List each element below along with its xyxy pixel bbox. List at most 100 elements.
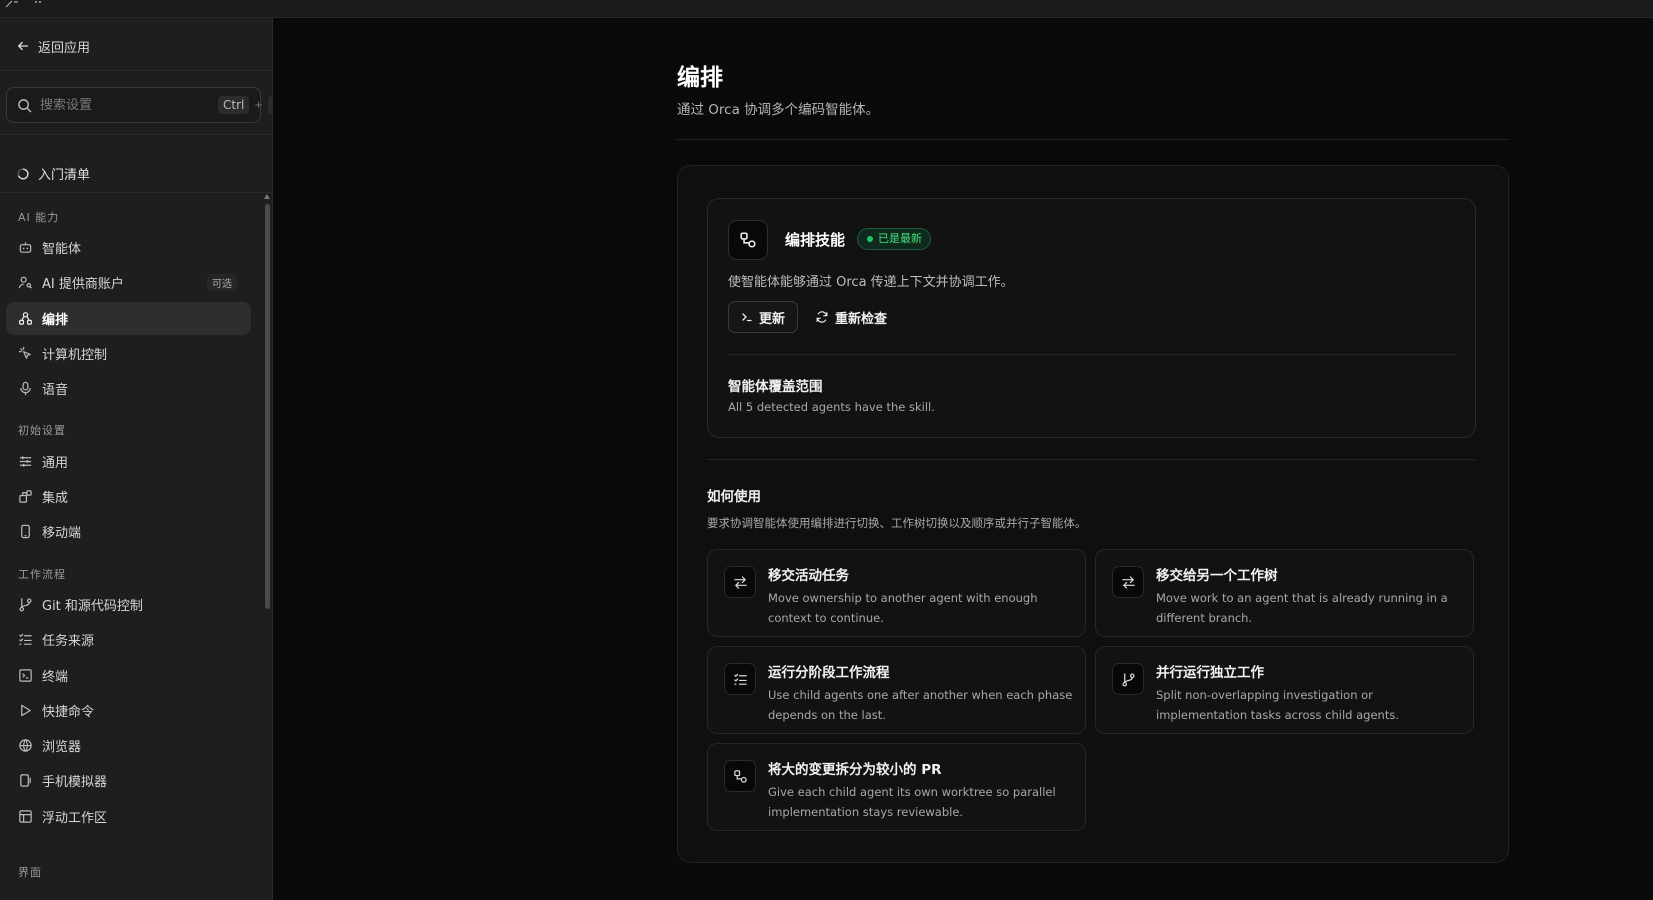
orchestration-panel: 编排技能 已是最新 使智能体能够通过 Orca 传递上下文并协调工作。 更新 重… — [677, 165, 1509, 863]
sidebar-item-terminal[interactable]: 终端 — [6, 659, 251, 692]
sidebar-item-shortcuts[interactable]: 快捷命令 — [6, 694, 251, 727]
app-logo-icon — [5, 0, 41, 8]
sidebar-item-label: 编排 — [42, 313, 69, 328]
user-key-icon — [18, 276, 33, 289]
back-label: 返回应用 — [38, 40, 91, 56]
shortcut-key-f: F — [267, 96, 272, 114]
sidebar-item-floating-workspace[interactable]: 浮动工作区 — [6, 800, 251, 833]
recheck-label: 重新检查 — [835, 311, 888, 327]
sidebar-item-integrations[interactable]: 集成 — [6, 480, 251, 513]
sidebar-item-task-sources[interactable]: 任务来源 — [6, 623, 251, 656]
sidebar-item-general[interactable]: 通用 — [6, 445, 251, 478]
update-button[interactable]: 更新 — [728, 301, 798, 333]
sidebar-item-computer-control[interactable]: 计算机控制 — [6, 337, 251, 370]
checklist-label: 入门清单 — [38, 168, 91, 183]
page-subtitle: 通过 Orca 协调多个编码智能体。 — [677, 102, 880, 118]
sidebar-item-label: 智能体 — [42, 242, 82, 257]
sidebar-item-label: 快捷命令 — [42, 705, 95, 720]
skill-icon-box — [728, 220, 768, 260]
usage-card-description: Move ownership to another agent with eno… — [768, 591, 1038, 625]
usage-card-description: Split non-overlapping investigation or i… — [1156, 688, 1399, 722]
usage-card-parallel-work[interactable]: 并行运行独立工作 Split non-overlapping investiga… — [1095, 646, 1474, 734]
usage-card-title: 将大的变更拆分为较小的 PR — [768, 762, 942, 778]
sidebar-scrollbar-thumb[interactable] — [265, 204, 270, 609]
terminal-prompt-icon — [742, 313, 752, 322]
sidebar-item-label: 浏览器 — [42, 740, 82, 755]
globe-icon — [19, 739, 32, 752]
main-content: 编排 通过 Orca 协调多个编码智能体。 编排技能 已是最新 使智能体能够通过… — [274, 18, 1653, 900]
swap-icon — [733, 575, 747, 589]
usage-card-title: 移交给另一个工作树 — [1156, 568, 1278, 584]
divider — [707, 459, 1476, 460]
divider — [0, 134, 272, 135]
divider — [0, 192, 272, 193]
shortcut-key-ctrl: Ctrl — [218, 96, 250, 114]
sliders-icon — [19, 456, 32, 467]
phone-icon — [21, 524, 30, 539]
usage-card-description: Use child agents one after another when … — [768, 688, 1073, 722]
section-title-workflow: 工作流程 — [18, 568, 66, 581]
skill-description: 使智能体能够通过 Orca 传递上下文并协调工作。 — [728, 275, 1014, 290]
use-icon-box — [724, 663, 756, 695]
sidebar-item-orchestration[interactable]: 编排 — [6, 302, 251, 335]
sidebar-item-label: 手机模拟器 — [42, 775, 108, 790]
arrow-left-icon — [17, 41, 29, 51]
sidebar-item-label: 语音 — [42, 383, 69, 398]
shortcut-plus: + — [254, 99, 263, 111]
skill-name: 编排技能 — [785, 231, 846, 249]
usage-card-description: Give each child agent its own worktree s… — [768, 785, 1056, 819]
usage-card-staged-workflow[interactable]: 运行分阶段工作流程 Use child agents one after ano… — [707, 646, 1086, 734]
onboarding-checklist-item[interactable]: 入门清单 — [16, 164, 90, 183]
recheck-button[interactable]: 重新检查 — [815, 301, 887, 333]
use-icon-box — [1112, 663, 1144, 695]
skill-card: 编排技能 已是最新 使智能体能够通过 Orca 传递上下文并协调工作。 更新 重… — [707, 198, 1476, 438]
sidebar-item-voice[interactable]: 语音 — [6, 372, 251, 405]
page-title: 编排 — [677, 65, 723, 91]
split-icon — [733, 769, 747, 783]
search-box[interactable]: Ctrl + F — [6, 87, 272, 123]
device-icon — [20, 774, 31, 787]
settings-sidebar: 返回应用 Ctrl + F 入门清单 AI 能力 智能体 AI 提供商账户 可选… — [0, 18, 273, 900]
sidebar-item-agents[interactable]: 智能体 — [6, 231, 251, 264]
sidebar-item-browser[interactable]: 浏览器 — [6, 729, 251, 762]
sidebar-item-label: 终端 — [42, 670, 69, 685]
sidebar-item-label: AI 提供商账户 — [42, 277, 124, 292]
back-to-app-button[interactable]: 返回应用 — [16, 36, 90, 56]
usage-card-title: 运行分阶段工作流程 — [768, 665, 890, 681]
sidebar-item-git[interactable]: Git 和源代码控制 — [6, 588, 251, 621]
status-badge: 已是最新 — [857, 228, 931, 250]
orchestration-icon — [740, 232, 756, 248]
usage-card-split-pr[interactable]: 将大的变更拆分为较小的 PR Give each child agent its… — [707, 743, 1086, 831]
sidebar-item-label: 计算机控制 — [42, 348, 108, 363]
usage-card-title: 移交活动任务 — [768, 568, 849, 584]
divider — [0, 70, 272, 71]
usage-card-title: 并行运行独立工作 — [1156, 665, 1264, 681]
usage-card-handoff-task[interactable]: 移交活动任务 Move ownership to another agent w… — [707, 549, 1086, 637]
use-icon-box — [1112, 566, 1144, 598]
how-to-title: 如何使用 — [707, 489, 761, 505]
search-icon — [18, 98, 32, 112]
puzzle-icon — [19, 490, 32, 503]
use-icon-box — [724, 566, 756, 598]
search-input[interactable] — [40, 97, 210, 113]
sidebar-item-label: Git 和源代码控制 — [42, 599, 143, 614]
section-title-interface: 界面 — [18, 866, 42, 879]
divider — [728, 354, 1457, 355]
sidebar-item-label: 任务来源 — [42, 634, 95, 649]
usage-card-description: Move work to an agent that is already ru… — [1156, 591, 1448, 625]
scrollbar-up-arrow[interactable] — [264, 194, 270, 199]
window-titlebar — [0, 0, 1653, 18]
usage-card-handoff-worktree[interactable]: 移交给另一个工作树 Move work to an agent that is … — [1095, 549, 1474, 637]
sidebar-item-mobile[interactable]: 移动端 — [6, 515, 251, 548]
sidebar-item-ai-accounts[interactable]: AI 提供商账户 可选 — [6, 266, 251, 299]
sidebar-item-label: 通用 — [42, 456, 69, 471]
coverage-title: 智能体覆盖范围 — [728, 379, 823, 395]
search-shortcut: Ctrl + F — [218, 96, 272, 114]
sidebar-item-phone-emulator[interactable]: 手机模拟器 — [6, 764, 251, 797]
refresh-icon — [816, 311, 828, 323]
microphone-icon — [20, 381, 31, 396]
update-label: 更新 — [758, 311, 785, 327]
coverage-text: All 5 detected agents have the skill. — [728, 400, 935, 414]
git-branch-icon — [19, 598, 32, 612]
play-icon — [21, 704, 31, 717]
